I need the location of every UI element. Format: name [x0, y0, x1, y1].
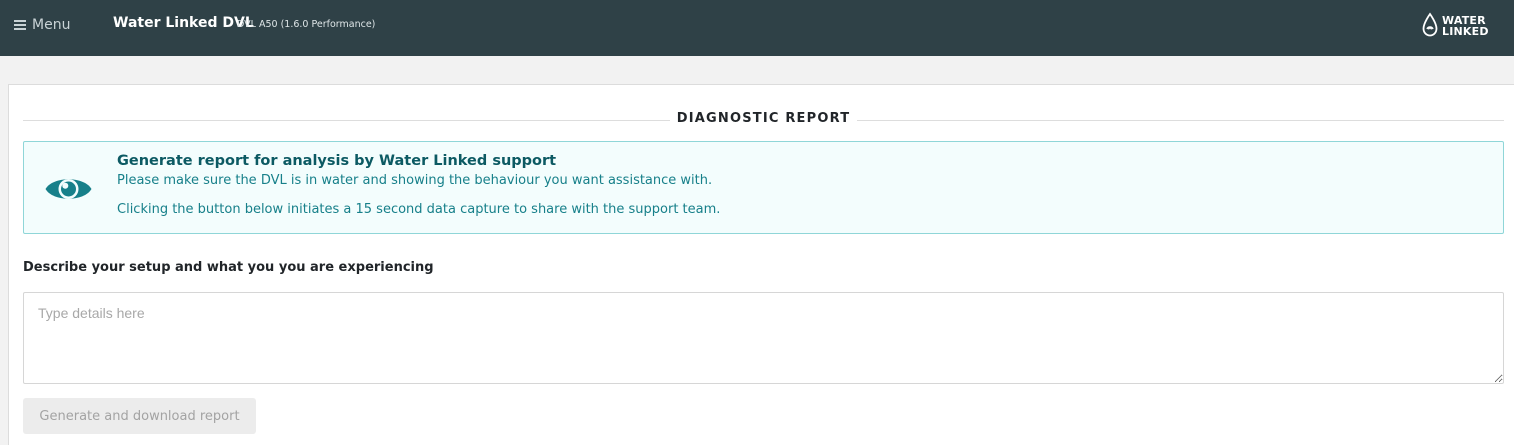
water-drop-icon — [1422, 12, 1438, 37]
alert-capture-note: Clicking the button below initiates a 15… — [117, 202, 721, 217]
top-navbar: Menu Water Linked DVL DVL A50 (1.6.0 Per… — [0, 0, 1514, 56]
hamburger-icon — [14, 20, 26, 30]
menu-label: Menu — [32, 17, 71, 33]
alert-heading: Generate report for analysis by Water Li… — [117, 153, 557, 169]
generate-report-button[interactable]: Generate and download report — [23, 398, 256, 434]
app-title: Water Linked DVL — [113, 15, 254, 31]
details-textarea[interactable] — [23, 292, 1504, 384]
page-title: DIAGNOSTIC REPORT — [676, 111, 851, 126]
title-divider-right — [857, 120, 1504, 121]
title-divider-left — [23, 120, 670, 121]
alert-instruction: Please make sure the DVL is in water and… — [117, 173, 713, 188]
menu-button[interactable]: Menu — [14, 14, 70, 36]
water-linked-logo[interactable]: WATER LINKED — [1421, 12, 1493, 40]
eye-icon — [45, 179, 92, 199]
info-alert: Generate report for analysis by Water Li… — [23, 141, 1504, 234]
logo-text-linked: LINKED — [1442, 25, 1489, 38]
details-label: Describe your setup and what you you are… — [23, 260, 434, 275]
app-version: DVL A50 (1.6.0 Performance) — [237, 19, 376, 30]
